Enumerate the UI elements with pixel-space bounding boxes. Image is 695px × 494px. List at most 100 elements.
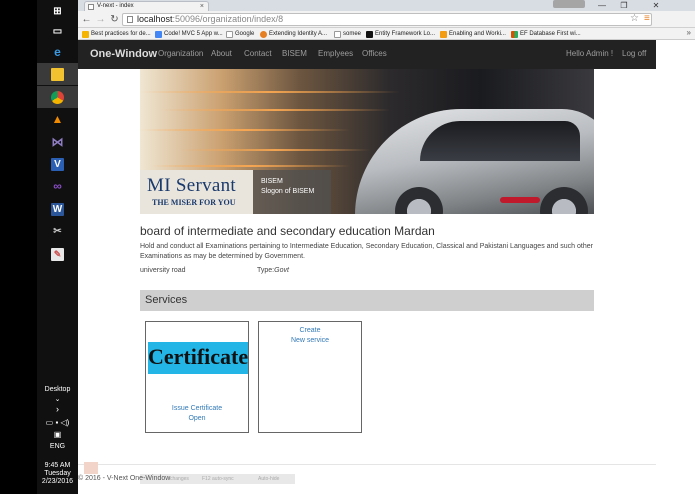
- notes-icon: ✎: [51, 247, 64, 261]
- nav-about[interactable]: About: [211, 49, 232, 58]
- taskbar-tool[interactable]: ✂: [37, 220, 78, 242]
- devbar-changes[interactable]: changes: [170, 474, 189, 484]
- page-icon: [88, 4, 94, 10]
- bookmark-label: somee: [343, 31, 362, 37]
- bookmark-item[interactable]: Best practices for de...: [82, 29, 151, 39]
- chrome-menu-icon[interactable]: ≡: [644, 13, 650, 24]
- windows-icon: ⊞: [53, 5, 62, 17]
- back-button[interactable]: ←: [80, 13, 93, 26]
- tools-icon: ✂: [53, 225, 62, 237]
- nav-contact[interactable]: Contact: [244, 49, 272, 58]
- logo-title: MI Servant: [147, 175, 237, 196]
- chrome-icon: [51, 90, 64, 104]
- bookmarks-bar: Best practices for de... Code! MVC 5 App…: [78, 28, 695, 40]
- logoff-link[interactable]: Log off: [622, 49, 646, 58]
- service-card-certificate: Certificate Issue Certificate Open: [145, 321, 249, 433]
- footer-text: © 2016 - V-Next One-Window: [78, 475, 171, 482]
- taskbar-chrome[interactable]: [37, 86, 78, 108]
- bookmark-favicon: [366, 30, 373, 38]
- create-link[interactable]: Create: [259, 327, 361, 334]
- browser-tabstrip: V-next - index × — ❐ ✕: [78, 0, 695, 11]
- bookmark-label: Extending Identity A...: [269, 31, 328, 37]
- organization-logo: MI Servant THE MISER FOR YOU: [140, 170, 253, 214]
- close-window-button[interactable]: ✕: [645, 0, 667, 11]
- taskbar-vlc[interactable]: ▲: [37, 108, 78, 130]
- organization-address: university road: [140, 267, 186, 274]
- start-button[interactable]: ⊞: [37, 0, 78, 22]
- logo-tagline: THE MISER FOR YOU: [152, 198, 236, 207]
- tab-close-icon[interactable]: ×: [200, 2, 204, 11]
- type-value: Govt: [274, 267, 289, 274]
- footer-divider: [78, 464, 656, 465]
- browser-link-icon[interactable]: [84, 462, 98, 474]
- light-streak: [140, 91, 400, 93]
- taskbar-explorer[interactable]: [37, 63, 78, 85]
- bookmark-star-icon[interactable]: ☆: [630, 13, 639, 24]
- reload-button[interactable]: ↻: [108, 13, 121, 26]
- devbar-autosync[interactable]: F12 auto-sync: [202, 474, 234, 484]
- maximize-button[interactable]: ❐: [613, 0, 635, 11]
- taskbar-notes[interactable]: ✎: [37, 243, 78, 265]
- notification-icon[interactable]: ▣: [37, 430, 78, 439]
- bookmark-item[interactable]: EF Database First wi...: [511, 29, 581, 39]
- address-bar[interactable]: localhost:50096/organization/index/8: [122, 13, 652, 26]
- tray-expand-icon[interactable]: ›: [37, 404, 78, 414]
- taskbar-edge[interactable]: e: [37, 41, 78, 63]
- site-navbar: One-Window Organization About Contact BI…: [78, 40, 656, 69]
- nav-bisem[interactable]: BISEM: [282, 49, 307, 58]
- bookmark-label: Best practices for de...: [91, 31, 151, 37]
- visual-studio-icon: ∞: [53, 179, 62, 193]
- clock-date: 2/23/2016: [41, 478, 74, 485]
- desktop-label[interactable]: Desktop: [37, 386, 78, 393]
- bookmark-item[interactable]: Code! MVC 5 App w...: [155, 29, 223, 39]
- site-brand[interactable]: One-Window: [90, 48, 157, 60]
- organization-description: Hold and conduct all Examinations pertai…: [140, 243, 593, 260]
- caption-name: BISEM: [261, 178, 283, 185]
- forward-button[interactable]: →: [94, 13, 107, 26]
- taskbar-word[interactable]: W: [37, 198, 78, 220]
- minimize-button[interactable]: —: [591, 0, 613, 11]
- taskbar-visual-studio[interactable]: ∞: [37, 175, 78, 197]
- bookmark-item[interactable]: somee: [334, 29, 361, 39]
- clock-time[interactable]: 9:45 AM: [37, 462, 78, 469]
- light-streak: [150, 165, 350, 167]
- page-margin: [656, 40, 695, 494]
- tab-title: V-next - index: [97, 3, 134, 9]
- bookmark-favicon: [155, 30, 162, 38]
- car-taillight: [500, 197, 540, 203]
- profile-badge[interactable]: [553, 0, 585, 8]
- user-greeting[interactable]: Hello Admin !: [566, 49, 613, 58]
- open-service-link[interactable]: Open: [146, 415, 248, 422]
- bookmark-item[interactable]: Enabling and Worki...: [440, 29, 506, 39]
- taskbar-visio[interactable]: V: [37, 153, 78, 175]
- devbar-autohide[interactable]: Auto-hide: [258, 474, 279, 484]
- bookmark-favicon: [82, 30, 89, 38]
- bookmarks-more-icon[interactable]: »: [687, 28, 691, 37]
- bookmark-favicon: [226, 30, 233, 38]
- nav-employees[interactable]: Emplyees: [318, 49, 353, 58]
- hero-caption: BISEM Slogon of BISEM: [253, 170, 331, 214]
- nav-offices[interactable]: Offices: [362, 49, 387, 58]
- browser-tab[interactable]: V-next - index ×: [84, 1, 209, 11]
- language-indicator[interactable]: ENG: [37, 443, 78, 450]
- new-service-link[interactable]: New service: [259, 337, 361, 344]
- tray-status-icons[interactable]: ▭ ▪ ◁): [37, 418, 78, 427]
- services-heading: Services: [145, 294, 188, 306]
- organization-title: board of intermediate and secondary educ…: [140, 224, 435, 238]
- bookmark-item[interactable]: Entity Framework Lo...: [366, 29, 435, 39]
- bookmark-favicon: [334, 30, 341, 38]
- hero-banner: MI Servant THE MISER FOR YOU BISEM Slogo…: [140, 69, 594, 214]
- car-window: [420, 121, 580, 161]
- taskbar-app[interactable]: ⋈: [37, 131, 78, 153]
- bookmark-item[interactable]: Extending Identity A...: [260, 29, 327, 39]
- task-view-button[interactable]: ▭: [37, 20, 78, 42]
- service-card-create: Create New service: [258, 321, 362, 433]
- nav-organization[interactable]: Organization: [158, 49, 203, 58]
- bookmark-item[interactable]: Google: [226, 29, 254, 39]
- bookmark-label: Enabling and Worki...: [449, 31, 506, 37]
- caption-slogan: Slogon of BISEM: [261, 188, 315, 195]
- word-icon: W: [51, 202, 64, 216]
- issue-certificate-link[interactable]: Issue Certificate: [146, 405, 248, 412]
- page-info-icon[interactable]: [127, 16, 133, 23]
- vlc-icon: ▲: [51, 112, 64, 126]
